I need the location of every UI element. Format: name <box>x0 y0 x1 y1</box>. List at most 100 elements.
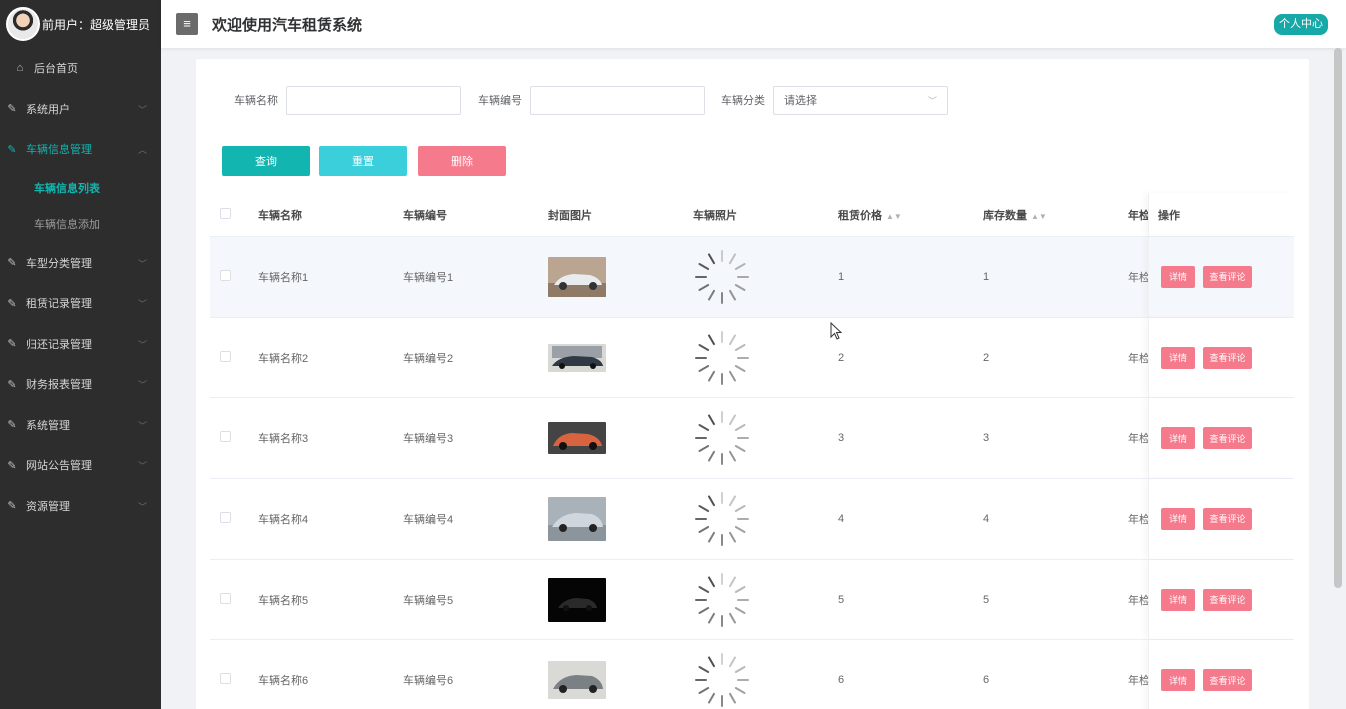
detail-button[interactable]: 详情 <box>1161 669 1195 692</box>
spinner-tick <box>721 372 723 385</box>
avatar[interactable] <box>6 7 40 41</box>
sidebar-item-system-management[interactable]: ✎ 系统管理 ﹀ <box>0 405 161 446</box>
table-row[interactable]: 车辆名称2 车辆编号2 2 2 年检 详情 查看评论 <box>210 316 1294 398</box>
header-vehicle-name: 车辆名称 <box>258 209 302 222</box>
view-comments-button[interactable]: 查看评论 <box>1203 669 1252 692</box>
page-scrollbar[interactable] <box>1334 48 1342 588</box>
reset-button[interactable]: 重置 <box>319 146 407 176</box>
spinner-tick <box>707 531 716 543</box>
view-comments-button[interactable]: 查看评论 <box>1203 588 1252 611</box>
row-checkbox[interactable] <box>220 269 231 281</box>
chevron-up-icon: ︿ <box>137 145 147 156</box>
sidebar-subitem-vehicle-list[interactable]: 车辆信息列表 <box>0 170 161 207</box>
spinner-tick <box>734 606 746 614</box>
spinner-tick <box>728 612 737 624</box>
row-checkbox[interactable] <box>220 673 231 685</box>
spinner-tick <box>698 606 710 614</box>
table-row[interactable]: 车辆名称6 车辆编号6 6 6 年检 详情 查看评论 <box>210 639 1294 709</box>
table-row[interactable]: 车辆名称5 车辆编号5 5 5 年检 详情 查看评论 <box>210 558 1294 640</box>
spinner-tick <box>728 333 737 346</box>
delete-button[interactable]: 删除 <box>418 146 506 176</box>
sidebar-item-return-records[interactable]: ✎ 归还记录管理 ﹀ <box>0 324 161 365</box>
spinner-tick <box>728 289 737 301</box>
header-rental-price[interactable]: 租赁价格 ▲▼ <box>838 207 983 223</box>
sidebar-subitem-vehicle-add[interactable]: 车辆信息添加 <box>0 206 161 243</box>
sidebar-item-label: 车辆信息管理 <box>26 144 92 157</box>
table-row[interactable]: 车辆名称4 车辆编号4 4 4 年检 详情 查看评论 <box>210 478 1294 559</box>
home-icon: ⌂ <box>16 62 24 75</box>
header-cover-image: 封面图片 <box>548 209 592 222</box>
sort-icon[interactable]: ▲▼ <box>1031 212 1047 221</box>
edit-icon: ✎ <box>7 257 17 270</box>
table-row[interactable]: 车辆名称3 车辆编号3 3 3 年检 详情 查看评论 <box>210 397 1294 479</box>
sidebar-item-home[interactable]: ⌂ 后台首页 <box>0 48 161 89</box>
spinner-tick <box>734 504 746 513</box>
select-all-checkbox[interactable] <box>220 207 231 219</box>
personal-center-button[interactable]: 个人中心 <box>1274 14 1328 35</box>
cell-vehicle-name: 车辆名称1 <box>258 271 309 284</box>
spinner-tick <box>707 450 716 463</box>
cell-stock-qty: 6 <box>983 674 990 687</box>
loading-spinner-icon <box>693 651 751 709</box>
sidebar-item-vehicle-info[interactable]: ✎ 车辆信息管理 ︿ <box>0 129 161 170</box>
cell-vehicle-name: 车辆名称4 <box>258 513 309 526</box>
spinner-tick <box>698 585 710 593</box>
cover-image <box>548 577 606 622</box>
view-comments-button[interactable]: 查看评论 <box>1203 507 1252 530</box>
vehicle-table: 车辆名称 车辆编号 封面图片 车辆照片 租赁价格 ▲▼ 库存数量 ▲▼ 年检 操作 … <box>210 193 1294 709</box>
spinner-tick <box>721 291 723 304</box>
row-checkbox[interactable] <box>220 511 231 523</box>
header-stock-qty[interactable]: 库存数量 ▲▼ <box>983 207 1128 223</box>
detail-button[interactable]: 详情 <box>1161 588 1195 611</box>
sidebar-item-finance-reports[interactable]: ✎ 财务报表管理 ﹀ <box>0 364 161 405</box>
spinner-tick <box>707 612 716 624</box>
sidebar-item-announcements[interactable]: ✎ 网站公告管理 ﹀ <box>0 445 161 486</box>
spinner-tick <box>734 665 746 674</box>
sort-icon[interactable]: ▲▼ <box>886 212 902 221</box>
row-checkbox[interactable] <box>220 350 231 362</box>
detail-button[interactable]: 详情 <box>1161 507 1195 530</box>
spinner-tick <box>734 364 746 372</box>
menu-toggle-icon[interactable]: ≡ <box>176 13 198 35</box>
cell-rental-price: 4 <box>838 512 845 525</box>
cell-stock-qty: 3 <box>983 432 990 445</box>
vehicle-name-input[interactable] <box>286 85 461 115</box>
spinner-tick <box>707 495 716 507</box>
chevron-down-icon: ﹀ <box>137 461 147 472</box>
row-actions: 详情 查看评论 <box>1148 479 1294 559</box>
cell-vehicle-no: 车辆编号6 <box>403 675 454 688</box>
sidebar-item-label: 系统管理 <box>26 419 70 432</box>
spinner-tick <box>734 525 746 534</box>
vehicle-category-select[interactable]: 请选择 ﹀ <box>773 85 948 115</box>
sidebar-item-system-users[interactable]: ✎ 系统用户 ﹀ <box>0 89 161 130</box>
view-comments-button[interactable]: 查看评论 <box>1203 427 1252 450</box>
detail-button[interactable]: 详情 <box>1161 346 1195 369</box>
view-comments-button[interactable]: 查看评论 <box>1203 346 1252 369</box>
row-checkbox[interactable] <box>220 431 231 443</box>
loading-spinner-icon <box>693 329 751 387</box>
spinner-tick <box>698 444 710 453</box>
sidebar-item-label: 归还记录管理 <box>26 338 92 351</box>
edit-icon: ✎ <box>7 297 17 310</box>
chevron-down-icon: ﹀ <box>137 501 147 512</box>
cell-rental-price: 6 <box>838 674 845 687</box>
spinner-tick <box>728 531 737 543</box>
cover-image <box>548 661 606 700</box>
spinner-tick <box>698 423 710 432</box>
query-button[interactable]: 查询 <box>222 146 310 176</box>
view-comments-button[interactable]: 查看评论 <box>1203 265 1252 288</box>
sidebar-item-vehicle-category[interactable]: ✎ 车型分类管理 ﹀ <box>0 243 161 284</box>
cell-vehicle-name: 车辆名称2 <box>258 352 309 365</box>
loading-spinner-icon <box>693 490 751 548</box>
sidebar-item-label: 车型分类管理 <box>26 257 92 270</box>
cell-stock-qty: 2 <box>983 351 990 364</box>
sidebar-item-rental-records[interactable]: ✎ 租赁记录管理 ﹀ <box>0 283 161 324</box>
detail-button[interactable]: 详情 <box>1161 427 1195 450</box>
table-row[interactable]: 车辆名称1 车辆编号1 1 1 年检 详情 查看评论 <box>210 236 1294 317</box>
row-checkbox[interactable] <box>220 592 231 604</box>
detail-button[interactable]: 详情 <box>1161 265 1195 288</box>
sidebar-item-resources[interactable]: ✎ 资源管理 ﹀ <box>0 486 161 527</box>
loading-spinner-icon <box>693 409 751 467</box>
cell-vehicle-name: 车辆名称6 <box>258 675 309 688</box>
vehicle-no-input[interactable] <box>530 85 705 115</box>
